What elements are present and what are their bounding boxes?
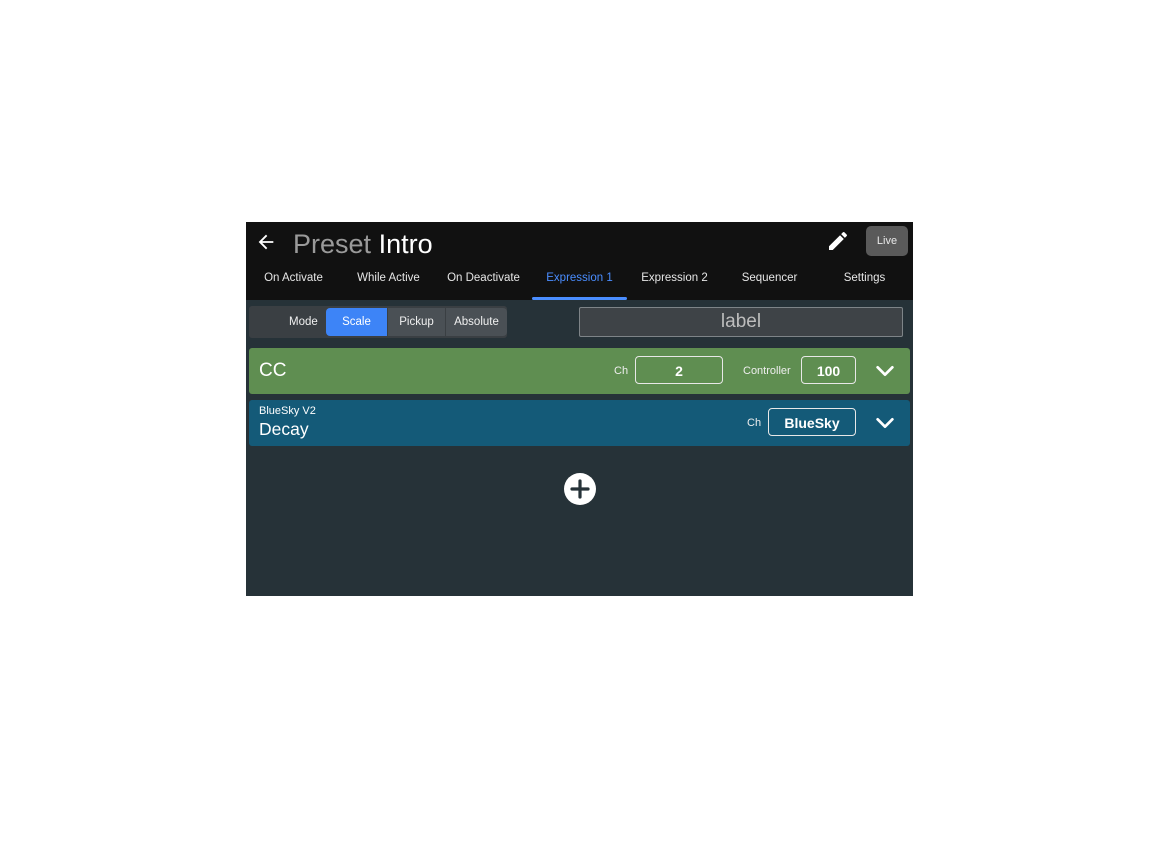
mode-pickup-button[interactable]: Pickup — [388, 308, 445, 336]
cc-message-row[interactable]: CC Ch 2 Controller 100 — [249, 348, 910, 394]
tab-expression-1[interactable]: Expression 1 — [532, 269, 627, 300]
chevron-down-icon[interactable] — [873, 412, 897, 434]
page-title: Preset Intro — [293, 228, 433, 260]
back-arrow-icon[interactable] — [255, 231, 277, 253]
label-input[interactable] — [579, 307, 903, 337]
tab-settings[interactable]: Settings — [817, 269, 912, 300]
live-button[interactable]: Live — [866, 226, 908, 256]
tab-sequencer[interactable]: Sequencer — [722, 269, 817, 300]
tab-while-active[interactable]: While Active — [341, 269, 436, 300]
controller-label: Controller — [743, 365, 791, 377]
add-message-button[interactable] — [564, 473, 596, 505]
plus-icon — [570, 479, 590, 499]
app-window: Preset Intro Live On Activate While Acti… — [246, 222, 913, 596]
tab-bar: On Activate While Active On Deactivate E… — [246, 269, 913, 300]
channel-field[interactable]: BlueSky — [768, 408, 856, 436]
mode-scale-button[interactable]: Scale — [326, 308, 387, 336]
controller-field[interactable]: 100 — [801, 356, 856, 384]
message-type: CC — [259, 360, 287, 381]
title-prefix: Preset — [293, 229, 372, 259]
channel-label: Ch — [747, 417, 762, 429]
tab-on-deactivate[interactable]: On Deactivate — [436, 269, 531, 300]
device-name: BlueSky V2 — [259, 405, 316, 417]
tab-expression-2[interactable]: Expression 2 — [627, 269, 722, 300]
pencil-icon[interactable] — [826, 229, 850, 253]
channel-field[interactable]: 2 — [635, 356, 723, 384]
mode-label: Mode — [289, 316, 318, 328]
parameter-name: Decay — [259, 419, 309, 439]
chevron-down-icon[interactable] — [873, 360, 897, 382]
channel-label: Ch — [614, 365, 629, 377]
preset-name: Intro — [378, 229, 433, 259]
bluesky-message-row[interactable]: BlueSky V2 Decay Ch BlueSky — [249, 400, 910, 446]
mode-selector: Mode Scale Pickup Absolute — [249, 306, 507, 338]
top-bar: Preset Intro Live On Activate While Acti… — [246, 222, 913, 300]
tab-on-activate[interactable]: On Activate — [246, 269, 341, 300]
mode-absolute-button[interactable]: Absolute — [446, 308, 507, 336]
